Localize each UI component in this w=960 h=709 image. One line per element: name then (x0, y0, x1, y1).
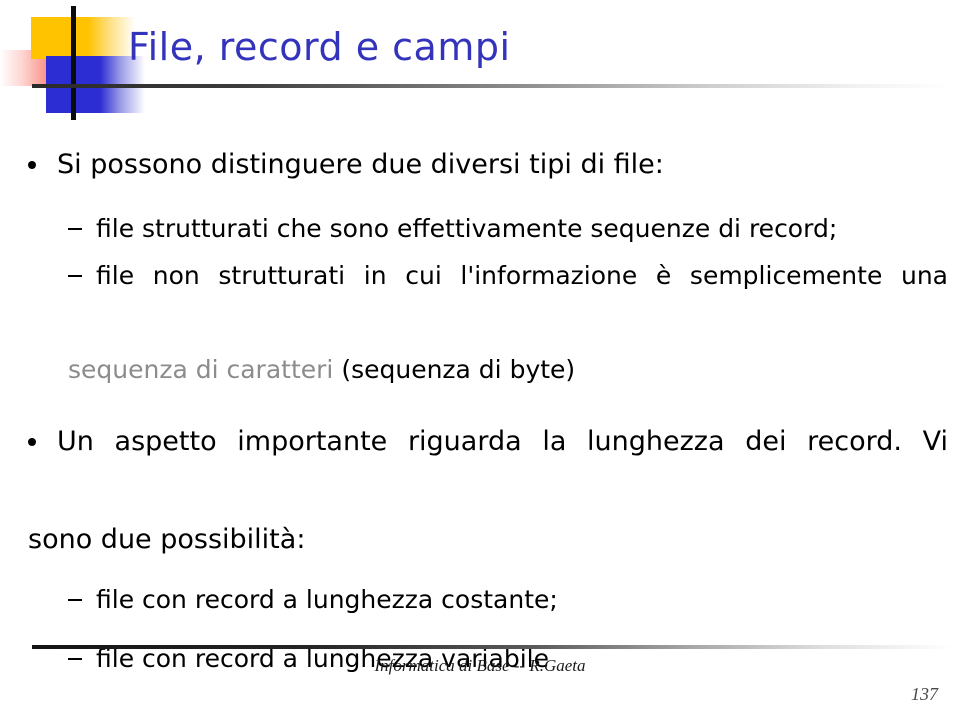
bullet-item-primary-1: Si possono distinguere due diversi tipi … (0, 140, 960, 189)
logo-red-gradient-block (0, 50, 78, 86)
slide-title: File, record e campi (128, 25, 511, 69)
highlighted-phrase: sequenza di caratteri (68, 355, 334, 384)
bullet-text-line-2: sequenza di caratteri (sequenza di byte) (68, 346, 948, 393)
bullet-text-line-1: Un aspetto importante riguarda la lunghe… (57, 426, 948, 457)
round-bullet-icon (28, 161, 36, 169)
logo-yellow-square (31, 17, 89, 59)
bullet-item-sub-2: file non strutturati in cui l'informazio… (0, 252, 960, 393)
round-bullet-icon (28, 438, 36, 446)
slide: File, record e campi Si possono distingu… (0, 0, 960, 709)
footer-credit: Informatica di Base -- R.Gaeta (374, 656, 586, 675)
bullet-text: file con record a lunghezza costante; (96, 585, 558, 614)
bullet-text-line-2: sono due possibilità: (28, 524, 306, 555)
dash-bullet-icon (68, 275, 82, 277)
slide-body: Si possono distinguere due diversi tipi … (0, 140, 960, 682)
page-number: 137 (911, 684, 938, 704)
logo-vertical-bar (71, 6, 76, 120)
bullet-item-primary-2: Un aspetto importante riguarda la lunghe… (0, 417, 960, 564)
dash-bullet-icon (68, 599, 82, 601)
bullet-item-sub-1: file strutturati che sono effettivamente… (0, 205, 960, 252)
slide-logo-decoration (0, 0, 145, 125)
title-divider-rule (32, 84, 952, 88)
dash-bullet-icon (68, 228, 82, 230)
bullet-item-sub-3: file con record a lunghezza costante; (0, 576, 960, 623)
bullet-text: Si possono distinguere due diversi tipi … (57, 149, 664, 180)
bullet-text: file strutturati che sono effettivamente… (96, 214, 838, 243)
footer-divider-rule (32, 645, 952, 649)
bullet-text-line-1: file non strutturati in cui l'informazio… (96, 261, 948, 290)
bullet-text-line-2-rest: (sequenza di byte) (333, 355, 576, 384)
